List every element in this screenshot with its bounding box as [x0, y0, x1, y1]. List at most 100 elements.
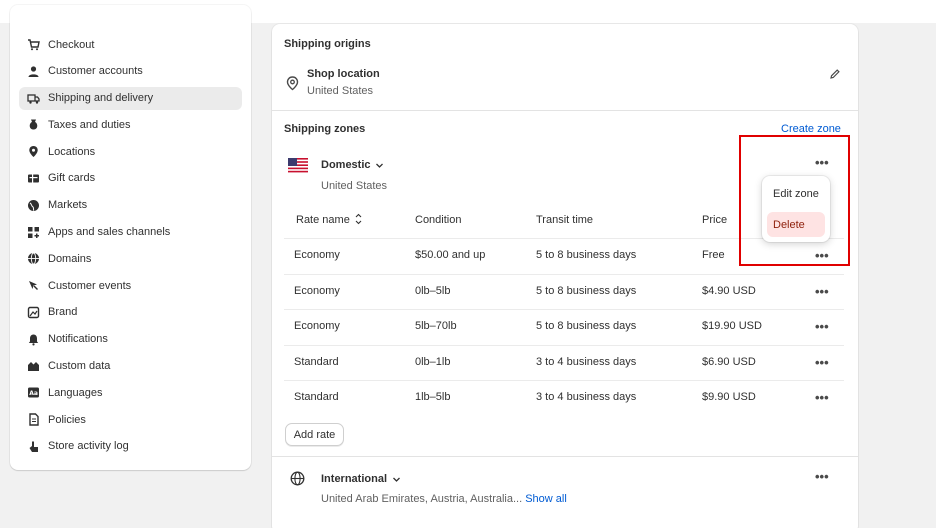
sidebar-item-label: Customer accounts	[48, 65, 143, 78]
rate-table-row: Economy 5lb–70lb 5 to 8 business days $19.9…	[284, 309, 844, 344]
edit-pencil-icon[interactable]	[829, 68, 841, 83]
domestic-zone-name[interactable]: Domestic	[321, 159, 371, 171]
international-zone-countries: United Arab Emirates, Austria, Australia…	[321, 493, 567, 505]
show-all-link[interactable]: Show all	[525, 493, 567, 505]
sidebar-item-languages[interactable]: Aa Languages	[19, 381, 242, 404]
sidebar-item-label: Policies	[48, 413, 86, 426]
rate-more-actions-button[interactable]: •••	[815, 391, 829, 404]
sidebar-item-checkout[interactable]: Checkout	[19, 33, 242, 56]
activity-log-icon	[27, 440, 40, 453]
bell-icon	[27, 333, 40, 346]
shop-location-name[interactable]: Shop location	[307, 68, 380, 80]
sidebar-item-label: Gift cards	[48, 172, 96, 185]
globe-icon	[290, 471, 305, 489]
chevron-down-icon[interactable]	[392, 475, 401, 487]
domestic-zone-country: United States	[321, 180, 388, 192]
sidebar-item-notifications[interactable]: Notifications	[19, 328, 242, 351]
rate-name-cell: Economy	[294, 249, 340, 261]
globe-icon	[27, 199, 40, 212]
rate-more-actions-button[interactable]: •••	[815, 320, 829, 333]
rate-price-cell: $4.90 USD	[702, 284, 756, 297]
partial-icon	[27, 5, 40, 11]
sidebar-item-domains[interactable]: Domains	[19, 247, 242, 270]
rate-price-cell: $19.90 USD	[702, 320, 762, 332]
location-icon	[27, 145, 40, 158]
column-header-condition: Condition	[415, 214, 462, 226]
sidebar-item-label: Languages	[48, 386, 103, 399]
location-pin-icon	[286, 76, 299, 94]
custom-data-icon	[27, 360, 40, 373]
international-zone-name[interactable]: International	[321, 473, 387, 485]
policy-icon	[27, 413, 40, 426]
sidebar-item-label: Notifications	[48, 333, 108, 346]
sidebar-item-label: Markets	[48, 199, 88, 212]
rate-name-cell: Economy	[294, 320, 340, 332]
shop-location-country: United States	[307, 85, 374, 97]
sidebar-item-label: Apps and sales channels	[48, 226, 171, 239]
rate-condition-cell: 0lb–1lb	[415, 355, 451, 368]
zone-divider	[272, 456, 858, 457]
shipping-zones-title: Shipping zones	[284, 123, 366, 135]
brand-icon	[27, 306, 40, 319]
rate-name-cell: Standard	[294, 391, 339, 403]
column-header-rate-name[interactable]: Rate name	[296, 214, 350, 226]
sidebar-item-label: Checkout	[48, 38, 95, 51]
sidebar-item-policies[interactable]: Policies	[19, 408, 242, 431]
rate-condition-cell: 1lb–5lb	[415, 391, 451, 403]
rate-transit-cell: 3 to 4 business days	[536, 355, 637, 368]
sidebar-item-customer-accounts[interactable]: Customer accounts	[19, 60, 242, 83]
sidebar-item-label: Brand	[48, 306, 78, 319]
rate-table-row: Standard 0lb–1lb 3 to 4 business days $6.90…	[284, 344, 844, 380]
sidebar-item-label: Shipping and delivery	[48, 92, 154, 105]
add-rate-button[interactable]: Add rate	[285, 423, 344, 446]
domain-globe-icon	[27, 252, 40, 265]
language-icon: Aa	[27, 386, 40, 399]
rate-transit-cell: 5 to 8 business days	[536, 284, 637, 297]
sidebar-item-label: Taxes and duties	[48, 118, 131, 131]
sidebar-item-taxes-and-duties[interactable]: Taxes and duties	[19, 113, 242, 136]
rate-price-cell: $6.90 USD	[702, 355, 756, 368]
international-countries-text: United Arab Emirates, Austria, Australia…	[321, 493, 523, 505]
column-header-transit-time: Transit time	[536, 214, 594, 226]
rate-transit-cell: 3 to 4 business days	[536, 391, 637, 403]
rate-table-row: Standard 1lb–5lb 3 to 4 business days $9.90…	[284, 380, 844, 415]
person-icon	[27, 65, 40, 78]
sidebar-item-label: Customer events	[48, 279, 132, 292]
tax-icon	[27, 118, 40, 131]
rate-transit-cell: 5 to 8 business days	[536, 249, 637, 261]
rate-condition-cell: $50.00 and up	[415, 249, 486, 261]
create-zone-link[interactable]: Create zone	[781, 123, 841, 135]
sort-icon[interactable]	[354, 213, 363, 228]
sidebar-item-label: Locations	[48, 145, 96, 158]
sidebar-item-store-activity-log[interactable]: Store activity log	[19, 435, 242, 458]
sidebar-item-customer-events[interactable]: Customer events	[19, 274, 242, 297]
rate-more-actions-button[interactable]: •••	[815, 356, 829, 369]
international-more-actions-button[interactable]: •••	[815, 470, 829, 483]
rate-price-cell: $9.90 USD	[702, 391, 756, 403]
rate-name-cell: Standard	[294, 355, 339, 368]
us-flag-icon	[288, 158, 308, 176]
sidebar-item-brand[interactable]: Brand	[19, 301, 242, 324]
truck-icon	[27, 92, 40, 105]
sidebar-item-apps-and-sales-channels[interactable]: Apps and sales channels	[19, 221, 242, 244]
rate-table-row: Economy 0lb–5lb 5 to 8 business days $4.90 …	[284, 273, 844, 309]
rate-more-actions-button[interactable]: •••	[815, 285, 829, 298]
settings-sidebar: Checkout Customer accounts Shipping and de…	[10, 5, 251, 470]
shipping-origins-title: Shipping origins	[284, 38, 371, 50]
sidebar-item-locations[interactable]: Locations	[19, 140, 242, 163]
svg-text:Aa: Aa	[29, 390, 38, 397]
column-header-price: Price	[702, 214, 728, 226]
rate-condition-cell: 0lb–5lb	[415, 284, 451, 297]
sidebar-item-markets[interactable]: Markets	[19, 194, 242, 217]
sidebar-item-label: Store activity log	[48, 440, 129, 453]
rate-name-cell: Economy	[294, 284, 340, 297]
chevron-down-icon[interactable]	[375, 161, 384, 173]
section-divider	[272, 110, 858, 111]
cursor-icon	[27, 279, 40, 292]
sidebar-item-custom-data[interactable]: Custom data	[19, 355, 242, 378]
apps-icon	[27, 226, 40, 239]
sidebar-item-gift-cards[interactable]: Gift cards	[19, 167, 242, 190]
sidebar-item-shipping-and-delivery[interactable]: Shipping and delivery	[19, 86, 242, 110]
sidebar-item-label: Domains	[48, 252, 92, 265]
cart-icon	[27, 38, 40, 51]
